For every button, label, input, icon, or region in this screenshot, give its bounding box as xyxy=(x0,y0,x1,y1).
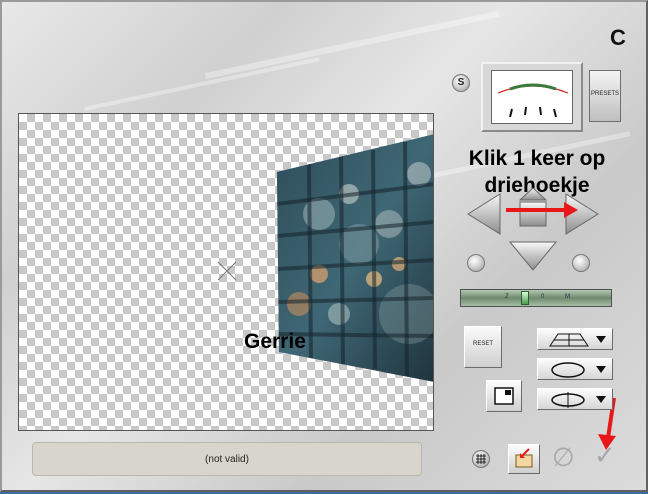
preview-canvas[interactable]: Gerrie xyxy=(18,113,434,431)
slider-tick: Z xyxy=(505,294,509,300)
chevron-down-icon xyxy=(596,336,606,343)
rotate-left-knob[interactable] xyxy=(467,254,485,272)
instruction-text: Klik 1 keer op driehoekje xyxy=(448,145,626,199)
s-button[interactable]: S xyxy=(452,74,470,92)
center-pad-button[interactable] xyxy=(519,201,547,227)
preset-thumbnail[interactable] xyxy=(481,62,583,132)
cancel-button[interactable]: ∅ xyxy=(552,442,575,473)
perspective-grid-icon xyxy=(549,333,589,347)
slider-tick: M xyxy=(565,294,570,300)
rotation-mode-dropdown[interactable] xyxy=(537,358,613,380)
chevron-down-icon xyxy=(596,366,606,373)
logo-button[interactable]: C xyxy=(607,24,629,52)
flip-mode-dropdown[interactable] xyxy=(537,388,613,410)
folder-open-icon xyxy=(515,448,533,468)
frame-toggle-button[interactable] xyxy=(486,380,522,412)
filter-dialog: C S PRESETS Gerrie Klik 1 keer op drieho… xyxy=(0,0,648,492)
open-file-button[interactable] xyxy=(508,444,540,474)
status-bar: (not valid) xyxy=(32,442,422,476)
thumbnail-preview xyxy=(491,70,573,124)
grid-mode-dropdown[interactable] xyxy=(537,328,613,350)
rotate-right-knob[interactable] xyxy=(572,254,590,272)
ok-checkmark-icon[interactable]: ✓ xyxy=(594,440,616,471)
arrow-down-icon[interactable] xyxy=(508,241,558,271)
reset-button[interactable]: RESET xyxy=(464,326,502,368)
zoom-slider[interactable]: Z 0 M xyxy=(460,289,612,307)
chevron-down-icon xyxy=(596,396,606,403)
rotate-icon xyxy=(551,362,585,378)
instruction-line-1: Klik 1 keer op xyxy=(468,147,606,170)
frame-icon xyxy=(494,387,514,405)
decor-streak xyxy=(84,57,320,111)
arrow-right-icon[interactable] xyxy=(565,193,599,235)
decor-streak xyxy=(204,10,500,80)
slider-tick: 0 xyxy=(541,294,545,300)
slider-handle[interactable] xyxy=(521,291,529,305)
preview-image xyxy=(217,134,433,382)
thumbnail-art xyxy=(497,83,569,118)
presets-button[interactable]: PRESETS xyxy=(589,70,621,122)
grid-icon[interactable] xyxy=(472,450,490,468)
flip-icon xyxy=(551,392,585,408)
arrow-left-icon[interactable] xyxy=(467,193,501,235)
watermark-text: Gerrie xyxy=(244,330,306,353)
